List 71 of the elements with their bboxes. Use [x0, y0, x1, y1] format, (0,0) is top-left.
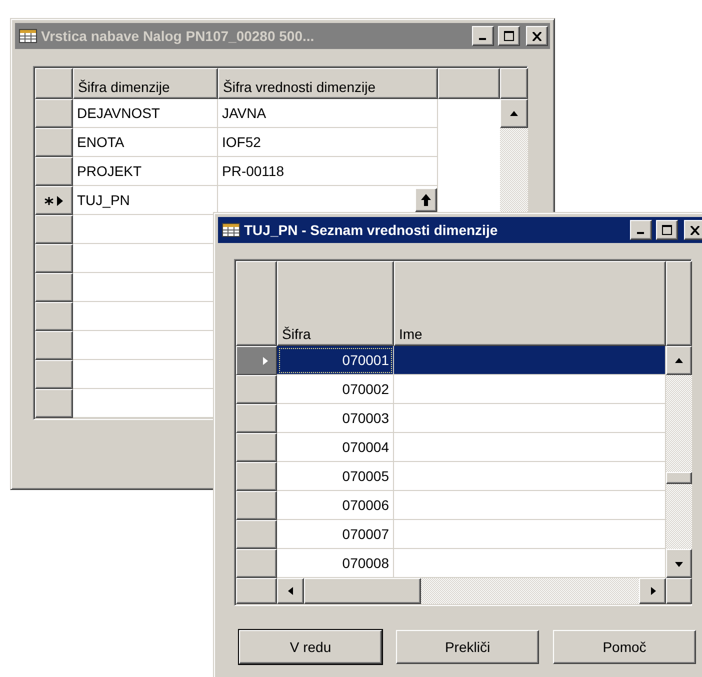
- up-arrow-icon: [421, 194, 431, 206]
- table-cell: DEJAVNOST: [73, 99, 218, 128]
- row-selector[interactable]: [236, 375, 277, 404]
- scroll-up-button[interactable]: [666, 346, 692, 375]
- table-cell: PROJEKT: [73, 157, 218, 186]
- row-selector[interactable]: [35, 273, 73, 302]
- column-header[interactable]: Šifra: [277, 261, 394, 346]
- table-cell[interactable]: 070004: [277, 433, 394, 462]
- scroll-down-button[interactable]: [666, 549, 692, 578]
- scroll-right-button[interactable]: [639, 578, 666, 604]
- maximize-button[interactable]: [498, 26, 520, 46]
- row-selector[interactable]: [35, 360, 73, 389]
- row-selector[interactable]: [35, 128, 73, 157]
- table-cell: JAVNA: [218, 99, 438, 128]
- table-cell: IOF52: [218, 128, 438, 157]
- row-selector[interactable]: [236, 520, 277, 549]
- horizontal-scrollbar[interactable]: [277, 578, 666, 604]
- up-arrow-icon: [509, 108, 519, 118]
- row-selector[interactable]: [236, 578, 277, 604]
- table-cell[interactable]: 070002: [277, 375, 394, 404]
- table-cell[interactable]: 070001: [277, 346, 394, 375]
- row-selector[interactable]: [35, 186, 73, 215]
- up-arrow-icon: [674, 356, 684, 366]
- maximize-icon: [662, 225, 672, 235]
- table-cell: PR-00118: [218, 157, 438, 186]
- row-selector[interactable]: [35, 244, 73, 273]
- table-cell[interactable]: 070006: [277, 491, 394, 520]
- table-cell[interactable]: 070005: [277, 462, 394, 491]
- row-selector[interactable]: [35, 157, 73, 186]
- row-selector[interactable]: [236, 491, 277, 520]
- dialog-button[interactable]: Prekliči: [396, 630, 539, 664]
- scroll-left-button[interactable]: [277, 578, 304, 604]
- table-icon: [19, 29, 37, 43]
- close-button[interactable]: [684, 220, 702, 240]
- vertical-scrollbar[interactable]: [666, 346, 692, 578]
- maximize-icon: [504, 31, 514, 41]
- row-selector[interactable]: [236, 549, 277, 578]
- current-row-icon: [260, 356, 270, 366]
- row-selector[interactable]: [35, 331, 73, 360]
- left-arrow-icon: [286, 586, 296, 596]
- lookup-button[interactable]: [415, 188, 437, 212]
- table-cell: TUJ_PN: [73, 186, 218, 215]
- row-selector[interactable]: [35, 389, 73, 418]
- column-header[interactable]: Šifra dimenzije: [73, 68, 218, 99]
- row-selector[interactable]: [236, 433, 277, 462]
- close-icon: [532, 32, 542, 40]
- dialog-button[interactable]: Pomoč: [553, 630, 696, 664]
- scroll-up-button[interactable]: [500, 99, 528, 128]
- row-selector[interactable]: [236, 462, 277, 491]
- scroll-thumb[interactable]: [304, 578, 421, 604]
- row-selector[interactable]: [35, 215, 73, 244]
- window-title: Vrstica nabave Nalog PN107_00280 500...: [41, 28, 316, 44]
- column-header[interactable]: Šifra vrednosti dimenzije: [218, 68, 438, 99]
- minimize-button[interactable]: [472, 26, 494, 46]
- maximize-button[interactable]: [656, 220, 678, 240]
- minimize-button[interactable]: [630, 220, 652, 240]
- window-title: TUJ_PN - Seznam vrednosti dimenzije: [244, 222, 499, 238]
- column-header[interactable]: Ime: [394, 261, 666, 346]
- table-cell[interactable]: 070007: [277, 520, 394, 549]
- table-cell[interactable]: 070008: [277, 549, 394, 578]
- close-button[interactable]: [526, 26, 548, 46]
- table-cell: ENOTA: [73, 128, 218, 157]
- table-icon: [222, 223, 240, 237]
- row-selector[interactable]: [236, 346, 277, 375]
- row-selector[interactable]: [35, 99, 73, 128]
- scroll-thumb[interactable]: [666, 472, 692, 484]
- dialog-button[interactable]: V redu: [239, 630, 382, 664]
- close-icon: [690, 226, 700, 234]
- table-cell[interactable]: 070003: [277, 404, 394, 433]
- row-selector[interactable]: [236, 404, 277, 433]
- row-selector[interactable]: [35, 302, 73, 331]
